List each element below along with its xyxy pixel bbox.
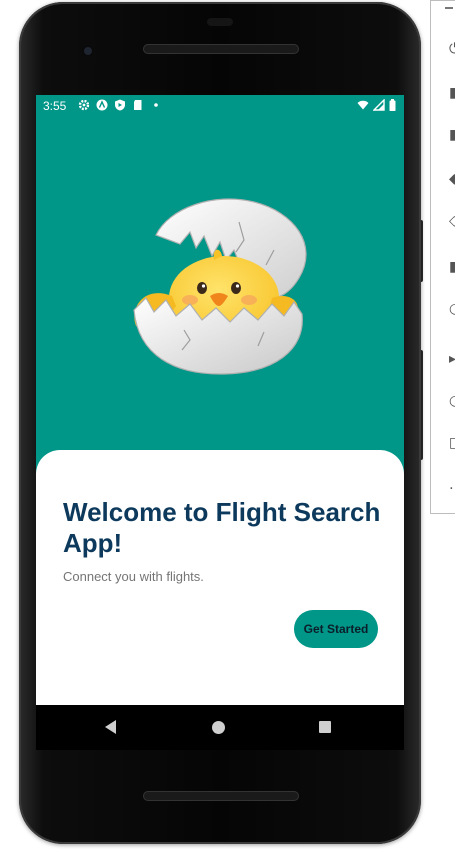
back-tool-icon[interactable]: ▸ xyxy=(449,351,455,367)
wifi-icon xyxy=(357,100,369,110)
overview-tool-icon[interactable]: □ xyxy=(449,435,455,451)
status-bar: 3:55 xyxy=(36,95,404,117)
notification-icons xyxy=(78,99,162,111)
android-auto-icon xyxy=(96,99,108,111)
minimize-icon[interactable] xyxy=(445,7,453,9)
rotate-left-icon[interactable]: ◆ xyxy=(449,171,455,187)
bottom-speaker xyxy=(143,791,299,801)
battery-icon xyxy=(389,99,396,111)
gear-icon xyxy=(78,99,90,111)
system-icons xyxy=(357,99,396,111)
app-screen: 3:55 Welcome to Flight Search App! Conne… xyxy=(36,95,404,750)
back-icon[interactable] xyxy=(105,720,116,734)
status-time: 3:55 xyxy=(43,99,67,113)
top-sensor xyxy=(207,18,233,26)
rotate-right-icon[interactable]: ◇ xyxy=(449,213,455,229)
hatching-chick-illustration xyxy=(133,198,307,375)
sd-card-icon xyxy=(134,100,142,110)
recents-icon[interactable] xyxy=(319,721,331,733)
front-camera xyxy=(81,44,95,58)
power-icon[interactable]: ⏻ xyxy=(449,41,455,57)
zoom-icon[interactable]: ○ xyxy=(449,301,455,317)
screenshot-icon[interactable]: ■ xyxy=(449,259,455,275)
home-tool-icon[interactable]: ○ xyxy=(449,393,455,409)
welcome-subtitle: Connect you with flights. xyxy=(63,569,204,584)
get-started-button[interactable]: Get Started xyxy=(294,610,378,648)
welcome-title: Welcome to Flight Search App! xyxy=(63,497,381,558)
earpiece-speaker xyxy=(143,44,299,54)
dot-icon xyxy=(154,103,158,107)
volume-up-icon[interactable]: ▮ xyxy=(449,85,455,101)
signal-icon xyxy=(373,99,385,111)
shield-icon xyxy=(115,99,125,111)
volume-down-icon[interactable]: ▮ xyxy=(449,127,455,143)
more-icon[interactable]: … xyxy=(449,477,455,493)
navigation-bar xyxy=(36,705,404,750)
home-icon[interactable] xyxy=(212,721,225,734)
emulator-toolbar: ⏻ ▮ ▮ ◆ ◇ ■ ○ ▸ ○ □ … xyxy=(430,0,455,514)
